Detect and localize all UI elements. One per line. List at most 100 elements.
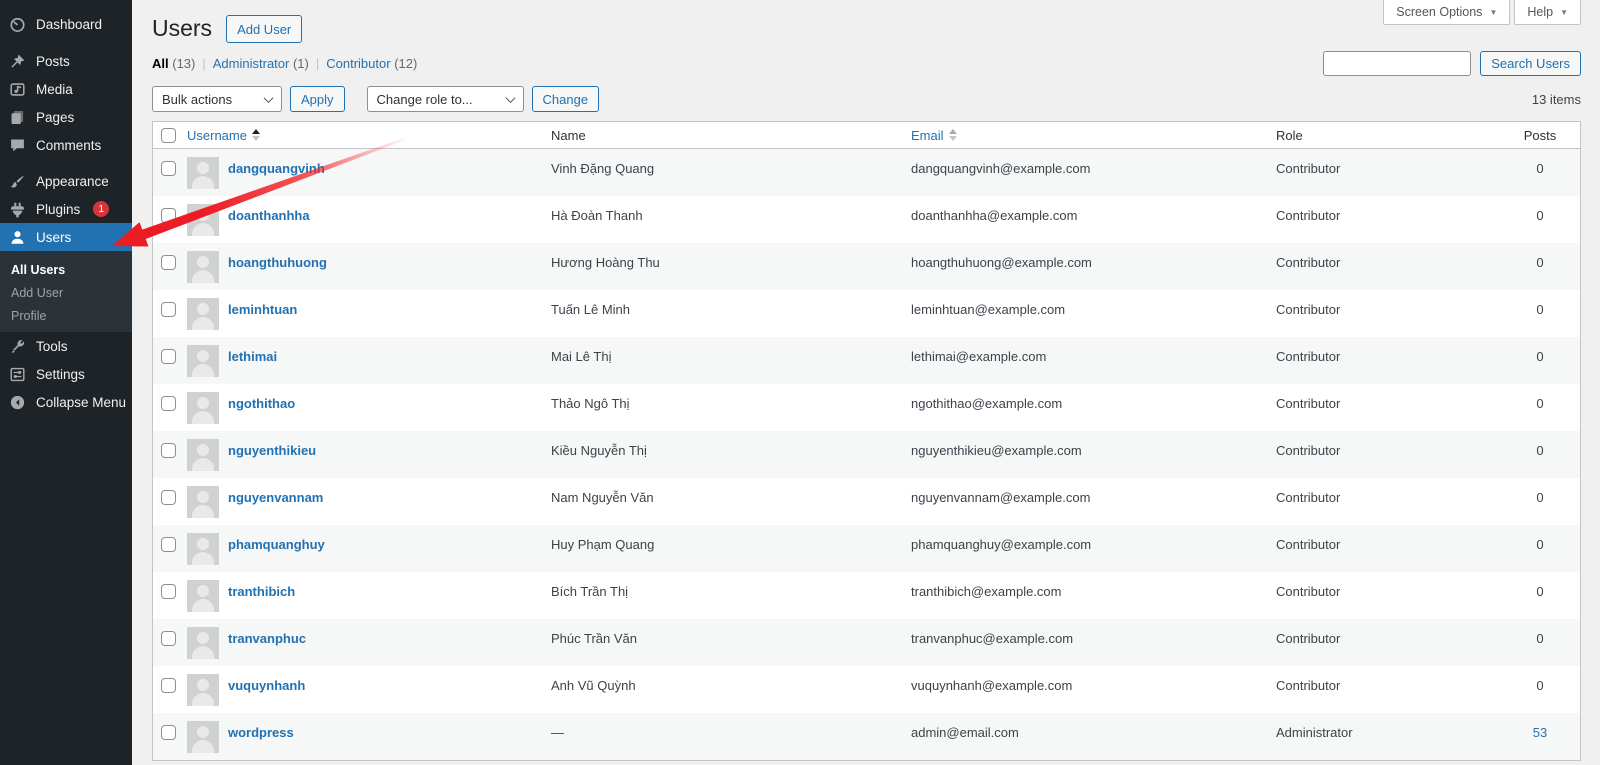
header-cell-posts: Posts — [1506, 122, 1580, 148]
sort-by-username-link[interactable]: Username — [187, 128, 260, 143]
username-link[interactable]: nguyenthikieu — [228, 443, 316, 478]
email-link[interactable]: nguyenthikieu@example.com — [911, 431, 1276, 478]
posts-count: 0 — [1536, 537, 1544, 552]
search-users-button[interactable]: Search Users — [1480, 51, 1581, 76]
user-table-row: hoangthuhuong Hương Hoàng Thu hoangthuhu… — [153, 243, 1580, 290]
row-cell-posts: 0 — [1506, 384, 1580, 431]
search-users-input[interactable] — [1323, 51, 1472, 76]
email-link[interactable]: leminhtuan@example.com — [911, 290, 1276, 337]
help-button[interactable]: Help ▼ — [1514, 0, 1581, 25]
row-cell-username: nguyenthikieu — [187, 431, 551, 478]
row-cell-username: tranthibich — [187, 572, 551, 619]
email-link[interactable]: admin@email.com — [911, 713, 1276, 760]
select-user-checkbox[interactable] — [161, 490, 176, 505]
row-cell-name: Anh Vũ Quỳnh — [551, 678, 636, 693]
sidebar-item-posts[interactable]: Posts — [0, 47, 132, 75]
sidebar-item-label: Dashboard — [36, 16, 103, 32]
select-all-checkbox[interactable] — [161, 127, 176, 143]
user-avatar — [187, 486, 219, 518]
user-avatar — [187, 533, 219, 565]
row-cell-username: ngothithao — [187, 384, 551, 431]
sidebar-item-plugins[interactable]: Plugins 1 — [0, 195, 132, 223]
submenu-item-add-user[interactable]: Add User — [0, 282, 132, 305]
select-user-checkbox[interactable] — [161, 678, 176, 693]
email-link[interactable]: lethimai@example.com — [911, 337, 1276, 384]
select-user-checkbox[interactable] — [161, 161, 176, 176]
email-link[interactable]: phamquanghuy@example.com — [911, 525, 1276, 572]
email-link[interactable]: hoangthuhuong@example.com — [911, 243, 1276, 290]
select-user-checkbox[interactable] — [161, 443, 176, 458]
select-user-checkbox[interactable] — [161, 396, 176, 411]
select-user-checkbox[interactable] — [161, 584, 176, 599]
bulk-actions-select[interactable]: Bulk actions — [152, 86, 282, 112]
username-link[interactable]: tranthibich — [228, 584, 295, 619]
view-contributor-link[interactable]: Contributor (12) — [326, 56, 417, 71]
username-link[interactable]: lethimai — [228, 349, 277, 384]
user-avatar — [187, 392, 219, 424]
sidebar-item-pages[interactable]: Pages — [0, 103, 132, 131]
email-link[interactable]: ngothithao@example.com — [911, 384, 1276, 431]
user-table-row: nguyenthikieu Kiều Nguyễn Thị nguyenthik… — [153, 431, 1580, 478]
username-link[interactable]: wordpress — [228, 725, 294, 760]
username-link[interactable]: hoangthuhuong — [228, 255, 327, 290]
user-avatar — [187, 204, 219, 236]
username-link[interactable]: doanthanhha — [228, 208, 310, 243]
email-link[interactable]: tranvanphuc@example.com — [911, 619, 1276, 666]
sidebar-item-comments[interactable]: Comments — [0, 131, 132, 159]
sidebar-item-label: Settings — [36, 366, 85, 382]
email-link[interactable]: tranthibich@example.com — [911, 572, 1276, 619]
sidebar-item-dashboard[interactable]: Dashboard — [0, 10, 132, 38]
row-cell-checkbox — [153, 666, 187, 713]
select-user-checkbox[interactable] — [161, 631, 176, 646]
email-link[interactable]: doanthanhha@example.com — [911, 196, 1276, 243]
sidebar-item-appearance[interactable]: Appearance — [0, 167, 132, 195]
user-table-row: phamquanghuy Huy Phạm Quang phamquanghuy… — [153, 525, 1580, 572]
select-user-checkbox[interactable] — [161, 302, 176, 317]
username-link[interactable]: tranvanphuc — [228, 631, 306, 666]
select-user-checkbox[interactable] — [161, 725, 176, 740]
header-cell-name: Name — [551, 122, 911, 148]
posts-count: 0 — [1536, 490, 1544, 505]
row-cell-username: doanthanhha — [187, 196, 551, 243]
select-user-checkbox[interactable] — [161, 537, 176, 552]
select-user-checkbox[interactable] — [161, 208, 176, 223]
submenu-item-profile[interactable]: Profile — [0, 305, 132, 328]
sidebar-item-label: Posts — [36, 53, 70, 69]
change-role-button[interactable]: Change — [531, 86, 600, 112]
row-cell-role: Contributor — [1276, 443, 1341, 458]
change-role-select[interactable]: Change role to... — [366, 86, 524, 112]
sidebar-item-collapse-menu[interactable]: Collapse Menu — [0, 388, 132, 416]
row-cell-role: Contributor — [1276, 161, 1341, 176]
view-label: All — [152, 56, 169, 71]
screen-options-button[interactable]: Screen Options ▼ — [1383, 0, 1511, 25]
speech-bubble-icon — [9, 136, 27, 154]
select-user-checkbox[interactable] — [161, 255, 176, 270]
email-link[interactable]: dangquangvinh@example.com — [911, 149, 1276, 196]
email-link[interactable]: vuquynhanh@example.com — [911, 666, 1276, 713]
username-link[interactable]: vuquynhanh — [228, 678, 305, 713]
chevron-down-icon — [263, 92, 274, 103]
sidebar-item-settings[interactable]: Settings — [0, 360, 132, 388]
sidebar-item-media[interactable]: Media — [0, 75, 132, 103]
username-link[interactable]: ngothithao — [228, 396, 295, 431]
row-cell-role: Contributor — [1276, 584, 1341, 599]
username-link[interactable]: phamquanghuy — [228, 537, 325, 572]
posts-count: 0 — [1536, 255, 1544, 270]
bulk-actions-toolbar: Bulk actions Apply Change role to... Cha… — [152, 86, 1581, 112]
sidebar-item-users[interactable]: Users — [0, 223, 132, 251]
view-all-link[interactable]: All (13) — [152, 56, 195, 71]
sort-by-email-link[interactable]: Email — [911, 128, 957, 143]
caret-down-icon: ▼ — [1489, 7, 1498, 17]
row-cell-checkbox — [153, 619, 187, 666]
username-link[interactable]: leminhtuan — [228, 302, 297, 337]
submenu-item-all-users[interactable]: All Users — [0, 259, 132, 282]
apply-button[interactable]: Apply — [290, 86, 345, 112]
row-cell-name: Hà Đoàn Thanh — [551, 208, 643, 223]
email-link[interactable]: nguyenvannam@example.com — [911, 478, 1276, 525]
username-link[interactable]: dangquangvinh — [228, 161, 325, 196]
select-user-checkbox[interactable] — [161, 349, 176, 364]
view-administrator-link[interactable]: Administrator (1) — [213, 56, 309, 71]
add-user-button[interactable]: Add User — [226, 15, 303, 43]
username-link[interactable]: nguyenvannam — [228, 490, 323, 525]
sidebar-item-tools[interactable]: Tools — [0, 332, 132, 360]
